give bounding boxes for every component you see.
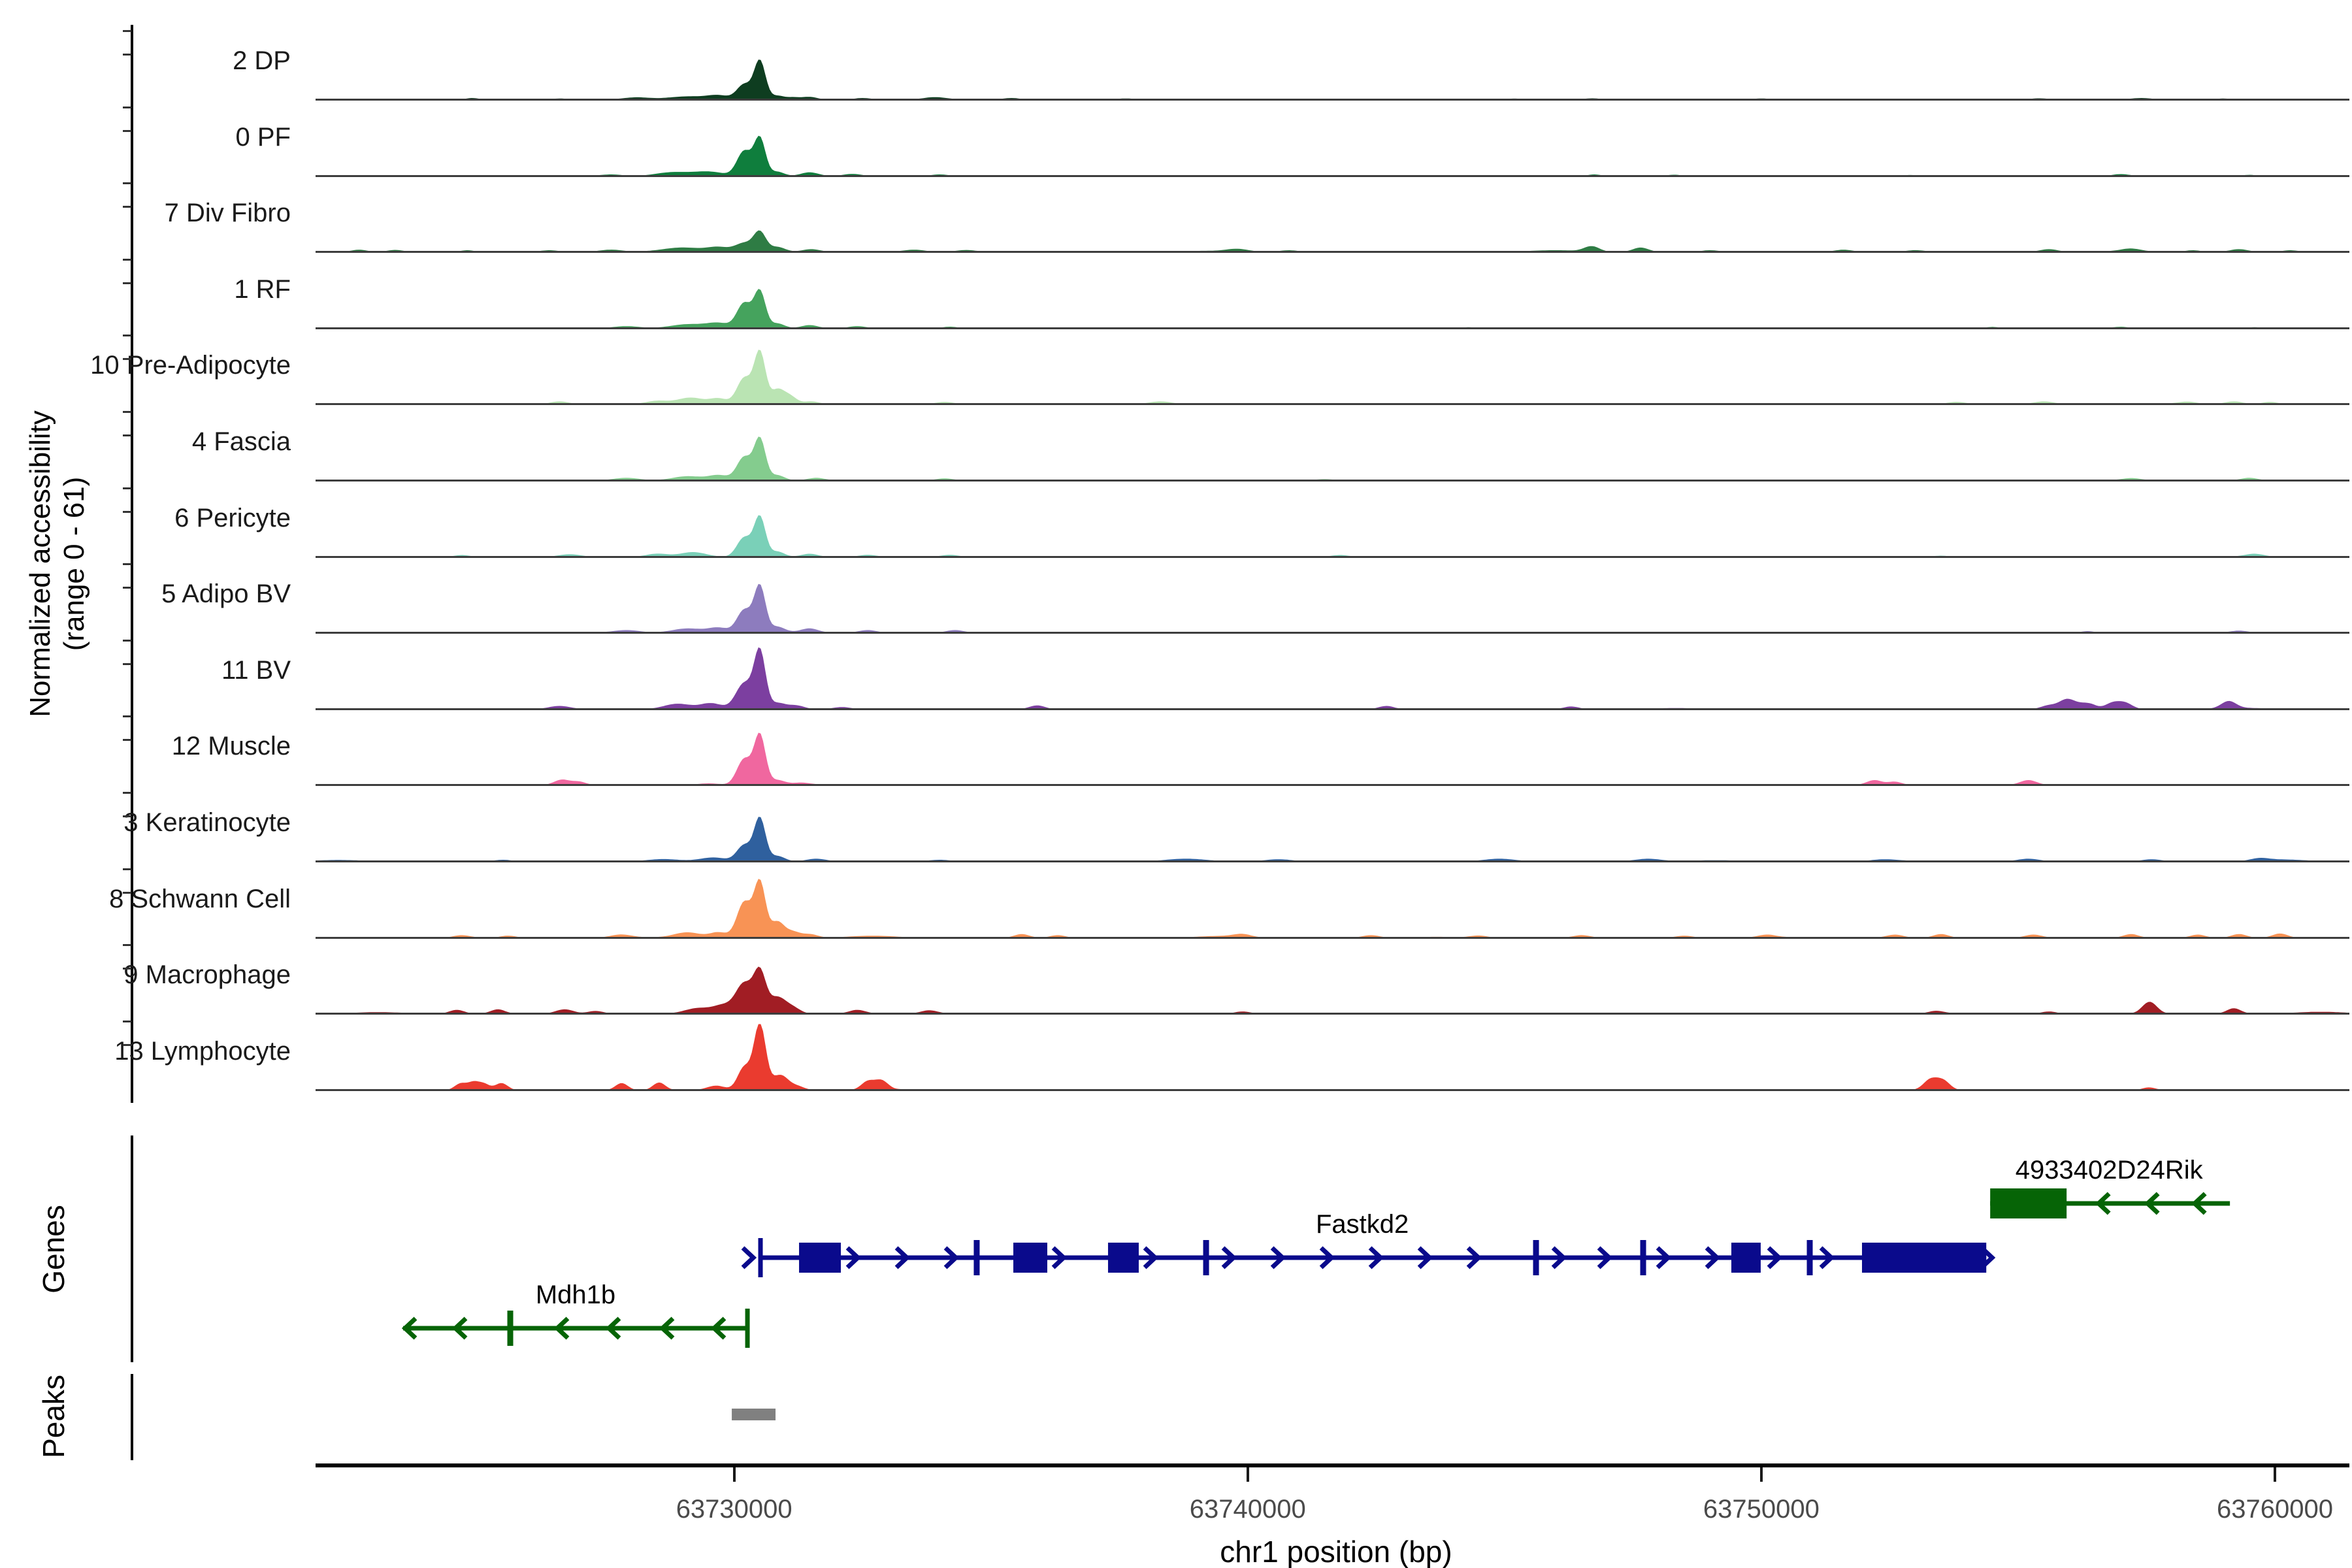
track-axis-tick <box>123 563 131 565</box>
gene-Fastkd2: Fastkd2 <box>743 1210 1992 1277</box>
track-axis-tick <box>123 106 131 108</box>
track-axis-tick <box>123 206 131 208</box>
x-axis-line <box>316 1463 2349 1467</box>
track-label: 12 Muscle <box>0 728 291 764</box>
track-label: 8 Schwann Cell <box>0 881 291 917</box>
exon-bar <box>1203 1240 1209 1275</box>
track-label: 9 Macrophage <box>0 956 291 993</box>
track-axis-tick <box>123 54 131 56</box>
x-axis-tick <box>1247 1467 1249 1482</box>
exon-bar <box>1807 1240 1813 1275</box>
track-axis-tick <box>123 487 131 489</box>
gene-name-label: Fastkd2 <box>1316 1210 1409 1239</box>
track-label: 5 Adipo BV <box>0 576 291 612</box>
exon-block <box>799 1243 841 1273</box>
exon-bar <box>973 1240 979 1275</box>
exon-block <box>1731 1243 1761 1273</box>
track-axis-tick <box>123 892 131 894</box>
track-axis-tick <box>123 640 131 642</box>
exon-bar <box>1533 1240 1539 1275</box>
called-peak-bar <box>732 1409 776 1420</box>
genes-panel: Mdh1b Fastkd2 4933402D24Rik <box>0 0 2352 1568</box>
track-axis-tick <box>123 259 131 261</box>
track-label: 7 Div Fibro <box>0 195 291 231</box>
gene-Mdh1b: Mdh1b <box>403 1281 750 1348</box>
x-axis-title: chr1 position (bp) <box>1107 1534 1565 1568</box>
track-axis-tick <box>123 182 131 184</box>
track-axis-tick <box>123 335 131 336</box>
track-axis-tick <box>123 130 131 132</box>
track-label: 1 RF <box>0 271 291 308</box>
x-axis-tick-label: 63740000 <box>1150 1495 1346 1524</box>
track-label: 3 Keratinocyte <box>0 804 291 841</box>
track-axis-tick <box>123 715 131 717</box>
x-axis-tick-label: 63760000 <box>2177 1495 2352 1524</box>
track-axis-tick <box>123 358 131 360</box>
exon-bar <box>508 1311 514 1346</box>
track-axis-tick <box>123 587 131 589</box>
track-axis-tick <box>123 815 131 817</box>
x-axis-tick <box>1760 1467 1763 1482</box>
track-axis-tick <box>123 30 131 32</box>
track-axis-tick <box>123 944 131 946</box>
gene-name-label: Mdh1b <box>536 1281 615 1309</box>
exon-block <box>1990 1188 2066 1218</box>
exon-block <box>1862 1243 1986 1273</box>
strand-arrow-icon <box>743 1248 753 1267</box>
x-axis-tick-label: 63730000 <box>636 1495 832 1524</box>
track-label: 13 Lymphocyte <box>0 1033 291 1070</box>
gene-name-label: 4933402D24Rik <box>2016 1156 2204 1184</box>
track-axis-tick <box>123 968 131 970</box>
track-axis-tick <box>123 792 131 794</box>
track-axis-tick <box>123 282 131 284</box>
x-axis-tick <box>2274 1467 2276 1482</box>
track-label: 10 Pre-Adipocyte <box>0 347 291 384</box>
track-label: 4 Fascia <box>0 423 291 460</box>
gene-4933402D24Rik: 4933402D24Rik <box>1990 1156 2230 1218</box>
gene-terminal-bar <box>759 1238 763 1277</box>
track-axis-tick <box>123 411 131 413</box>
gene-terminal-bar <box>745 1309 750 1348</box>
x-axis-tick-label: 63750000 <box>1663 1495 1859 1524</box>
track-label: 2 DP <box>0 42 291 79</box>
track-label: 6 Pericyte <box>0 500 291 536</box>
track-axis-tick <box>123 1044 131 1046</box>
track-axis-tick <box>123 868 131 870</box>
exon-block <box>1013 1243 1047 1273</box>
genome-browser-figure: Normalized accessibility (range 0 - 61) … <box>0 0 2352 1568</box>
track-label: 0 PF <box>0 119 291 155</box>
exon-block <box>1108 1243 1139 1273</box>
track-axis-tick <box>123 739 131 741</box>
exon-bar <box>1641 1240 1646 1275</box>
track-axis-tick <box>123 511 131 513</box>
x-axis-tick <box>733 1467 736 1482</box>
track-axis-tick <box>123 434 131 436</box>
track-axis-tick <box>123 663 131 665</box>
track-label: 11 BV <box>0 652 291 689</box>
track-axis-tick <box>123 1021 131 1022</box>
